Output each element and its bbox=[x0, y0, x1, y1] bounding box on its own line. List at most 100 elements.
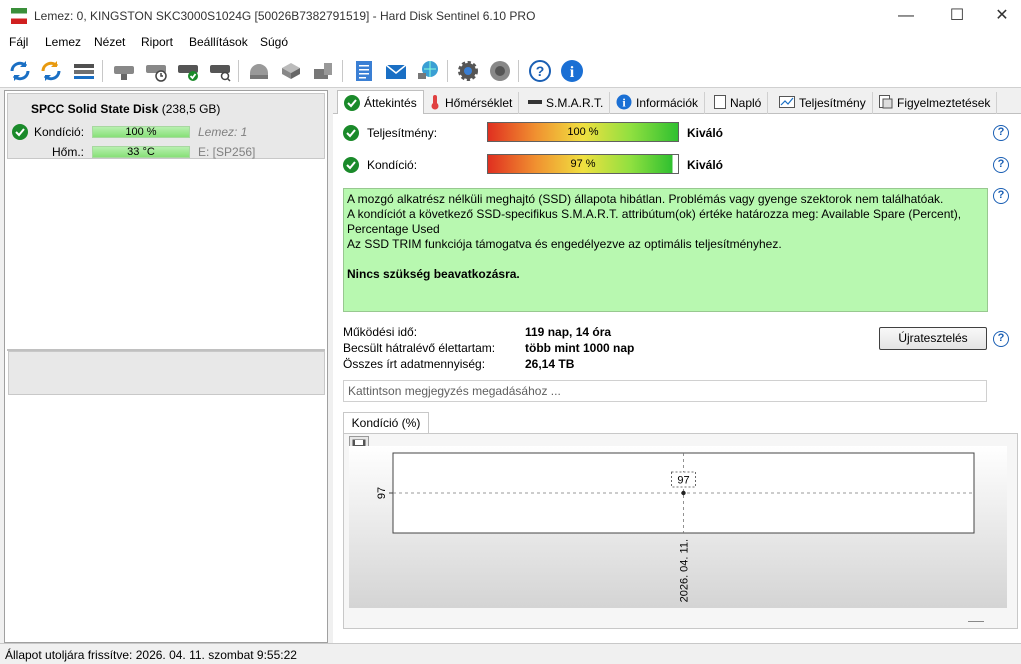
svg-text:?: ? bbox=[536, 63, 545, 79]
help-icon[interactable]: ? bbox=[993, 125, 1009, 141]
maximize-button[interactable]: ☐ bbox=[934, 0, 980, 32]
note-input[interactable]: Kattintson megjegyzés megadásához ... bbox=[343, 380, 987, 402]
uptime-label: Működési idő: bbox=[343, 325, 418, 339]
retest-button[interactable]: Újratesztelés bbox=[879, 327, 987, 350]
sound-icon[interactable] bbox=[487, 58, 513, 84]
help-icon[interactable]: ? bbox=[993, 188, 1009, 204]
disk-list-icon[interactable] bbox=[71, 58, 97, 84]
toolbar-separator bbox=[102, 60, 103, 82]
disk-entry[interactable]: SPCC Solid State Disk (238,5 GB) Kondíci… bbox=[7, 93, 325, 159]
chart-scroll-handle[interactable] bbox=[968, 621, 984, 622]
close-button[interactable]: ✕ bbox=[979, 0, 1021, 32]
health-rating: Kiváló bbox=[687, 158, 724, 172]
lifetime-value: több mint 1000 nap bbox=[525, 341, 635, 355]
menu-bar: Fájl Lemez Nézet Riport Beállítások Súgó bbox=[0, 32, 1021, 54]
menu-settings[interactable]: Beállítások bbox=[189, 35, 248, 49]
info-icon[interactable]: i bbox=[559, 58, 585, 84]
temperature-label: Hőm.: bbox=[52, 145, 85, 159]
performance-ok-icon bbox=[343, 125, 359, 141]
tab-alerts[interactable]: Figyelmeztetések bbox=[873, 92, 998, 114]
disk-info-icon[interactable] bbox=[111, 58, 137, 84]
written-label: Összes írt adatmennyiség: bbox=[343, 357, 486, 371]
disk-surface-icon[interactable] bbox=[246, 58, 272, 84]
tab-bar: Áttekintés Hőmérséklet S.M.A.R.T. i Info… bbox=[333, 90, 1021, 115]
menu-view[interactable]: Nézet bbox=[94, 35, 125, 49]
menu-help[interactable]: Súgó bbox=[260, 35, 288, 49]
tab-label: Figyelmeztetések bbox=[897, 96, 991, 110]
toolbar-separator bbox=[518, 60, 519, 82]
message-line: Az SSD TRIM funkciója támogatva és enged… bbox=[347, 237, 782, 251]
performance-rating: Kiváló bbox=[687, 126, 724, 140]
log-icon bbox=[714, 94, 726, 112]
toolbar-separator bbox=[238, 60, 239, 82]
help-icon[interactable]: ? bbox=[993, 157, 1009, 173]
disk-search-icon[interactable] bbox=[207, 58, 233, 84]
disk-icon bbox=[528, 96, 542, 110]
uptime-value: 119 nap, 14 óra bbox=[525, 325, 612, 339]
temperature-bar: 33 °C bbox=[92, 146, 190, 158]
tab-label: Napló bbox=[730, 96, 762, 110]
menu-report[interactable]: Riport bbox=[141, 35, 173, 49]
menu-file[interactable]: Fájl bbox=[9, 35, 28, 49]
chart-area: 97 2026. 04. 11. 97 bbox=[349, 446, 1007, 608]
usb-disk-icon[interactable] bbox=[310, 58, 336, 84]
tab-log[interactable]: Napló bbox=[708, 92, 769, 114]
tab-performance[interactable]: Teljesítmény bbox=[773, 92, 873, 114]
chart-frame: 97 2026. 04. 11. 97 bbox=[343, 433, 1018, 629]
disk-transfer-icon[interactable] bbox=[278, 58, 304, 84]
written-value: 26,14 TB bbox=[525, 357, 575, 371]
performance-bar: 100 % bbox=[487, 122, 679, 142]
tab-label: Áttekintés bbox=[364, 96, 417, 110]
data-label: 97 bbox=[677, 475, 689, 487]
disk-name-row: SPCC Solid State Disk (238,5 GB) bbox=[31, 102, 220, 116]
message-line: A mozgó alkatrész nélküli meghajtó (SSD)… bbox=[347, 192, 944, 206]
condition-label: Kondíció: bbox=[34, 125, 85, 139]
refresh-icon[interactable] bbox=[7, 58, 33, 84]
status-text: Állapot utoljára frissítve: 2026. 04. 11… bbox=[5, 648, 297, 662]
secondary-panel bbox=[8, 351, 325, 395]
tab-smart[interactable]: S.M.A.R.T. bbox=[522, 92, 611, 114]
health-bar: 97 % bbox=[487, 154, 679, 174]
data-point bbox=[681, 490, 686, 496]
settings-icon[interactable] bbox=[455, 58, 481, 84]
thermometer-icon bbox=[429, 94, 441, 113]
help-icon[interactable]: ? bbox=[993, 331, 1009, 347]
disk-ok-icon[interactable] bbox=[175, 58, 201, 84]
refresh-all-icon[interactable] bbox=[38, 58, 64, 84]
chart-tab-condition[interactable]: Kondíció (%) bbox=[343, 412, 429, 434]
tab-label: Információk bbox=[636, 96, 699, 110]
info-icon: i bbox=[616, 94, 632, 113]
tab-temperature[interactable]: Hőmérséklet bbox=[423, 92, 520, 114]
message-recommendation: Nincs szükség beavatkozásra. bbox=[347, 267, 520, 281]
network-icon[interactable] bbox=[415, 58, 441, 84]
tab-information[interactable]: i Információk bbox=[610, 92, 706, 114]
disk-size: (238,5 GB) bbox=[161, 102, 221, 116]
disk-schedule-icon[interactable] bbox=[143, 58, 169, 84]
toolbar-separator bbox=[447, 60, 448, 82]
performance-label: Teljesítmény: bbox=[367, 126, 438, 140]
lifetime-label: Becsült hátralévő élettartam: bbox=[343, 341, 496, 355]
minimize-button[interactable]: — bbox=[883, 0, 929, 32]
disk-index: Lemez: 1 bbox=[198, 125, 248, 139]
disk-list-panel: SPCC Solid State Disk (238,5 GB) Kondíci… bbox=[4, 90, 328, 643]
check-icon bbox=[344, 95, 360, 111]
y-tick-label: 97 bbox=[376, 487, 388, 499]
overview-content: Teljesítmény: 100 % Kiváló ? Kondíció: 9… bbox=[333, 114, 1021, 643]
disk-name: SPCC Solid State Disk bbox=[31, 102, 159, 116]
toolbar: ? i bbox=[0, 54, 1021, 88]
details-panel: Áttekintés Hőmérséklet S.M.A.R.T. i Info… bbox=[333, 90, 1021, 643]
report-icon[interactable] bbox=[351, 58, 377, 84]
email-icon[interactable] bbox=[383, 58, 409, 84]
tab-overview[interactable]: Áttekintés bbox=[337, 90, 424, 115]
partition-label: E: [SP256] bbox=[198, 145, 256, 159]
app-icon bbox=[11, 8, 27, 24]
menu-disk[interactable]: Lemez bbox=[45, 35, 81, 49]
alerts-icon bbox=[879, 94, 893, 112]
toolbar-separator bbox=[342, 60, 343, 82]
condition-chart: 97 2026. 04. 11. 97 bbox=[376, 452, 975, 602]
help-icon[interactable]: ? bbox=[527, 58, 553, 84]
condition-bar: 100 % bbox=[92, 126, 190, 138]
status-message-box: A mozgó alkatrész nélküli meghajtó (SSD)… bbox=[343, 188, 988, 312]
status-ok-icon bbox=[12, 124, 28, 140]
window-title: Lemez: 0, KINGSTON SKC3000S1024G [50026B… bbox=[34, 9, 536, 23]
